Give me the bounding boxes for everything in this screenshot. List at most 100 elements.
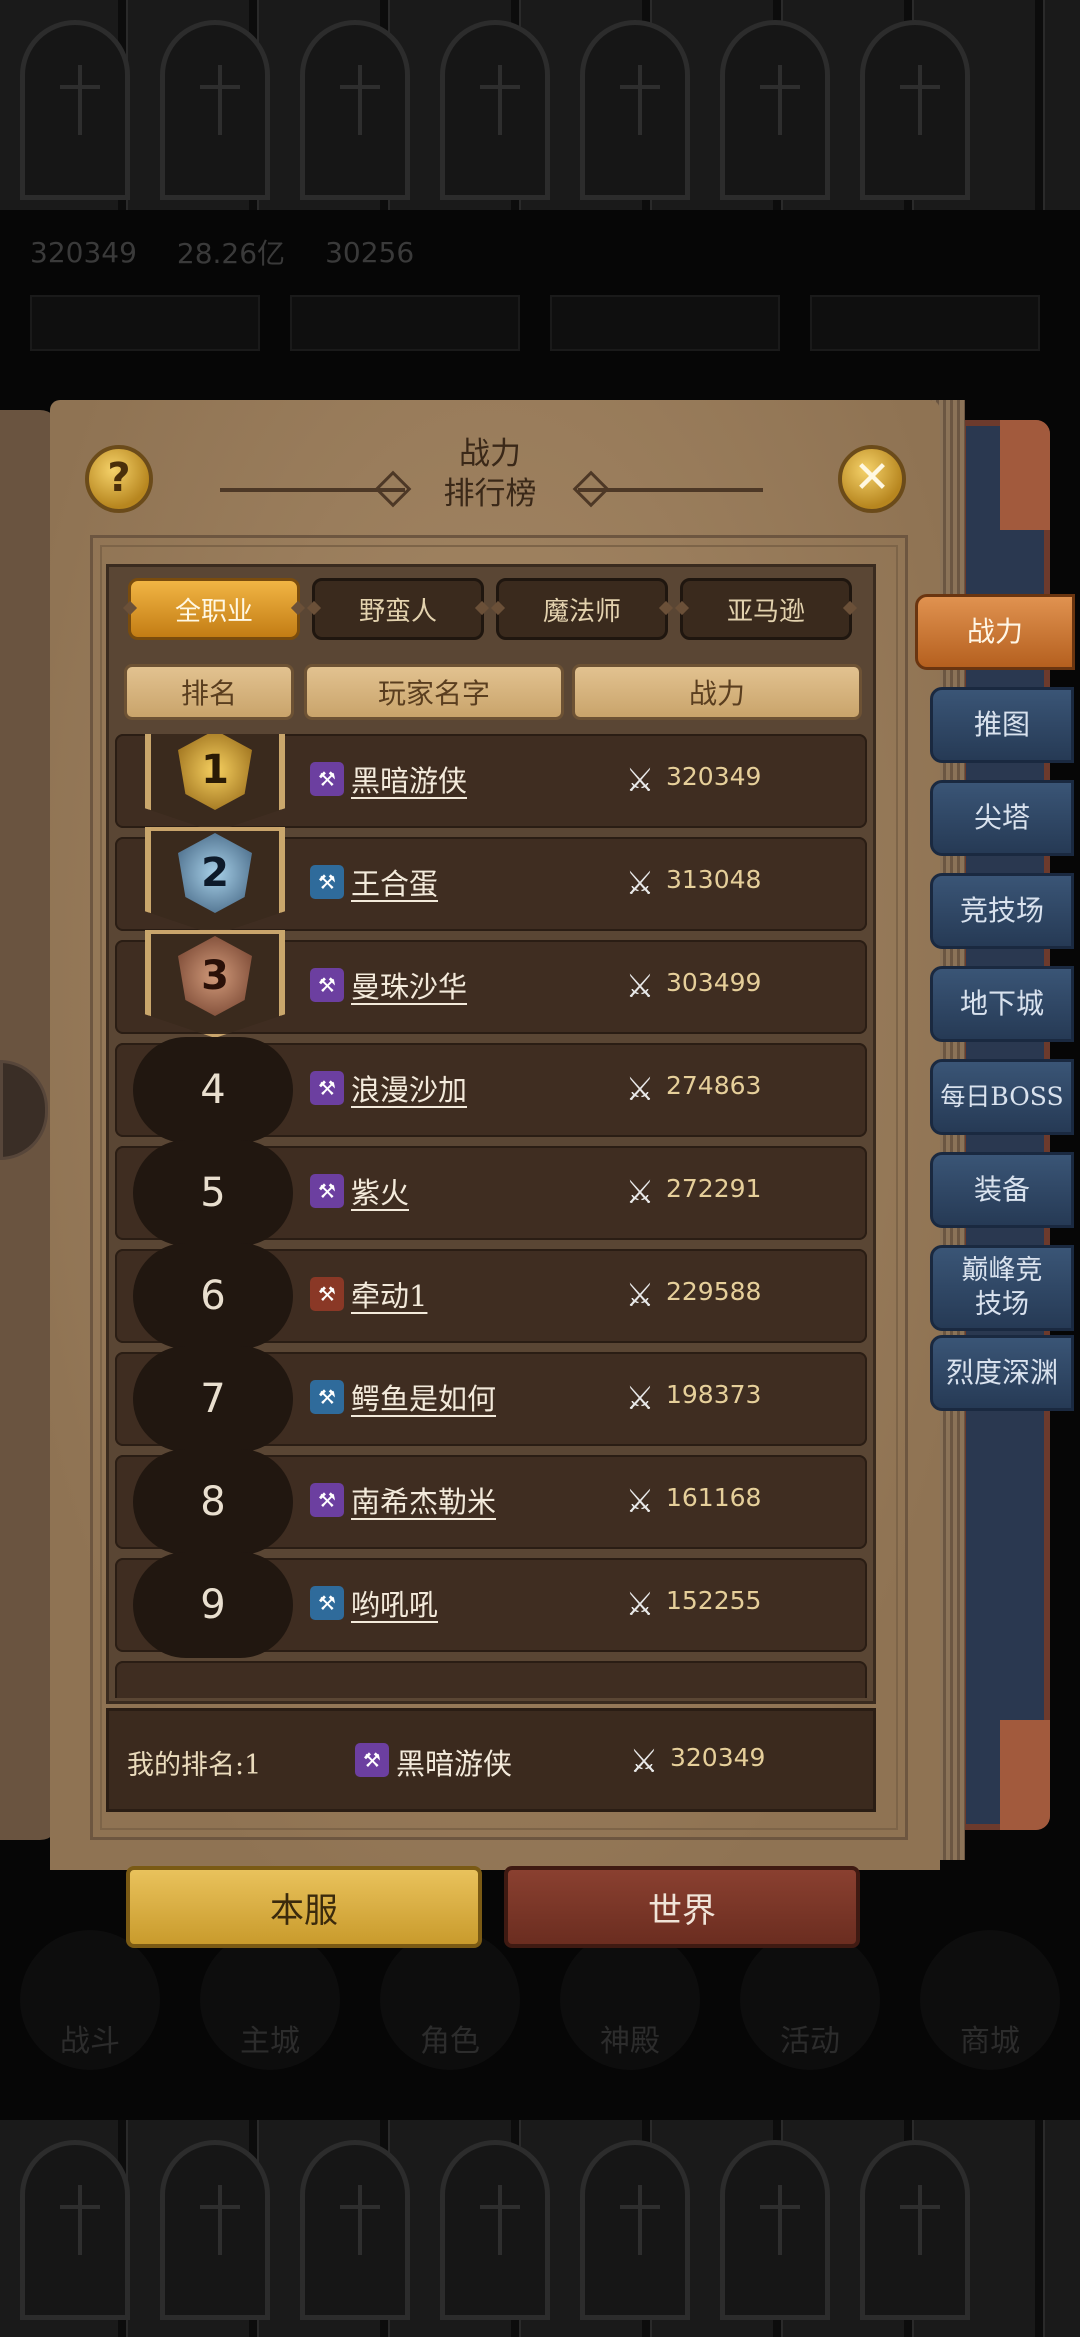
ranking-row[interactable]: 3 ⚒ 曼珠沙华 ⚔ 303499 (115, 930, 867, 1038)
ranking-row[interactable]: 7 ⚒ 鳄鱼是如何 ⚔ 198373 (115, 1346, 867, 1452)
background-tabs (30, 295, 1040, 351)
crossed-swords-icon: ⚔ (625, 1482, 655, 1520)
side-tab-stage[interactable]: 推图 (930, 687, 1074, 763)
purple-class-icon: ⚒ (310, 1483, 344, 1517)
crossed-swords-icon: ⚔ (625, 864, 655, 902)
my-rank-bar: 我的排名:1 ⚒ 黑暗游侠 ⚔ 320349 (106, 1708, 876, 1812)
ranking-row[interactable]: 5 ⚒ 紫火 ⚔ 272291 (115, 1140, 867, 1246)
ranking-row[interactable]: 4 ⚒ 浪漫沙加 ⚔ 274863 (115, 1037, 867, 1143)
ranking-list[interactable]: 1 ⚒ 黑暗游侠 ⚔ 320349 2 ⚒ 王合蛋 ⚔ 313048 3 ⚒ 曼… (115, 734, 867, 1698)
side-tab-peak-arena[interactable]: 巅峰竞 技场 (930, 1245, 1074, 1331)
purple-class-icon: ⚒ (310, 968, 344, 1002)
help-button[interactable]: ? (85, 445, 153, 513)
bg-nav-item: 角色 (380, 1930, 520, 2070)
cross-icon (900, 65, 940, 135)
ranking-row[interactable]: 6 ⚒ 牵动1 ⚔ 229588 (115, 1243, 867, 1349)
side-tab-dungeon[interactable]: 地下城 (930, 966, 1074, 1042)
rank-number: 9 (133, 1552, 293, 1658)
crossed-swords-icon: ⚔ (629, 1742, 659, 1780)
crossed-swords-icon: ⚔ (625, 967, 655, 1005)
rank-badge-frame: 2 (145, 827, 285, 935)
arch-decoration (720, 20, 830, 200)
rank-number: 4 (133, 1037, 293, 1143)
column-header-player-name: 玩家名字 (304, 664, 564, 720)
cross-icon (480, 65, 520, 135)
side-tab-abyss[interactable]: 烈度深渊 (930, 1335, 1074, 1411)
player-name-link[interactable]: 南希杰勒米 (351, 1479, 496, 1521)
player-name-link[interactable]: 王合蛋 (351, 861, 438, 903)
server-tab-local[interactable]: 本服 (126, 1866, 482, 1948)
server-tab-world[interactable]: 世界 (504, 1866, 860, 1948)
page-title-line2: 排行榜 (443, 476, 537, 512)
player-name-link[interactable]: 曼珠沙华 (351, 964, 467, 1006)
player-name-link[interactable]: 紫火 (351, 1170, 409, 1212)
power-value: 313048 (666, 865, 762, 894)
blue-class-icon: ⚒ (310, 1586, 344, 1620)
tab-all-classes[interactable]: 全职业 (128, 578, 300, 640)
background-bottom-nav: 战斗 主城 角色 神殿 活动 商城 (20, 1930, 1060, 2070)
column-header-power: 战力 (572, 664, 862, 720)
arch-decoration (580, 2140, 690, 2320)
rank-badge-frame: 3 (145, 930, 285, 1038)
arch-decoration (720, 2140, 830, 2320)
ranking-row[interactable]: 8 ⚒ 南希杰勒米 ⚔ 161168 (115, 1449, 867, 1555)
crossed-swords-icon: ⚔ (625, 1276, 655, 1314)
bg-gems-value: 30256 (325, 235, 415, 269)
bg-power-value: 320349 (30, 235, 137, 269)
blue-class-icon: ⚒ (310, 1380, 344, 1414)
arch-decoration (440, 20, 550, 200)
player-name-link[interactable]: 黑暗游侠 (351, 758, 467, 800)
crossed-swords-icon: ⚔ (625, 1070, 655, 1108)
power-value: 229588 (666, 1277, 762, 1306)
rank-number: 5 (133, 1140, 293, 1246)
tab-mage[interactable]: 魔法师 (496, 578, 668, 640)
tab-barbarian[interactable]: 野蛮人 (312, 578, 484, 640)
ranking-row[interactable]: 2 ⚒ 王合蛋 ⚔ 313048 (115, 827, 867, 935)
rank-badge-frame: 1 (145, 734, 285, 832)
player-name-link[interactable]: 牵动1 (351, 1273, 427, 1315)
cross-icon (200, 65, 240, 135)
player-name-link[interactable]: 鳄鱼是如何 (351, 1376, 496, 1418)
cross-icon (200, 2185, 240, 2255)
bg-nav-item: 战斗 (20, 1930, 160, 2070)
power-value: 303499 (666, 968, 762, 997)
arch-decoration (300, 20, 410, 200)
arch-decoration (300, 2140, 410, 2320)
arch-decoration (20, 2140, 130, 2320)
cross-icon (900, 2185, 940, 2255)
my-rank-label: 我的排名:1 (127, 1750, 262, 1781)
bottom-wall-decoration (0, 2120, 1080, 2337)
ranking-row[interactable]: 9 ⚒ 哟吼吼 ⚔ 152255 (115, 1552, 867, 1658)
purple-class-icon: ⚒ (355, 1743, 389, 1777)
player-name-link[interactable]: 哟吼吼 (351, 1582, 438, 1624)
top-wall-decoration (0, 0, 1080, 210)
page-title-line1: 战力 (459, 436, 521, 472)
ranking-row[interactable] (115, 1661, 867, 1698)
side-tab-arena[interactable]: 竞技场 (930, 873, 1074, 949)
close-button[interactable]: ✕ (838, 445, 906, 513)
arch-decoration (160, 2140, 270, 2320)
column-header-rank: 排名 (124, 664, 294, 720)
power-value: 274863 (666, 1071, 762, 1100)
power-value: 161168 (666, 1483, 762, 1512)
side-tab-equipment[interactable]: 装备 (930, 1152, 1074, 1228)
side-tab-power[interactable]: 战力 (915, 594, 1075, 670)
my-player-name: 黑暗游侠 (396, 1747, 513, 1781)
side-tab-tower[interactable]: 尖塔 (930, 780, 1074, 856)
cross-icon (60, 65, 100, 135)
purple-class-icon: ⚒ (310, 1071, 344, 1105)
arch-decoration (160, 20, 270, 200)
rank-number: 8 (133, 1449, 293, 1555)
rank-number: 6 (133, 1243, 293, 1349)
bg-nav-item: 神殿 (560, 1930, 700, 2070)
purple-class-icon: ⚒ (310, 1174, 344, 1208)
power-value: 198373 (666, 1380, 762, 1409)
rank-number: 7 (133, 1346, 293, 1452)
power-value: 320349 (666, 762, 762, 791)
power-value: 152255 (666, 1586, 762, 1615)
crossed-swords-icon: ⚔ (625, 1379, 655, 1417)
player-name-link[interactable]: 浪漫沙加 (351, 1067, 467, 1109)
side-tab-daily-boss[interactable]: 每日BOSS (930, 1059, 1074, 1135)
ranking-row[interactable]: 1 ⚒ 黑暗游侠 ⚔ 320349 (115, 734, 867, 832)
tab-amazon[interactable]: 亚马逊 (680, 578, 852, 640)
